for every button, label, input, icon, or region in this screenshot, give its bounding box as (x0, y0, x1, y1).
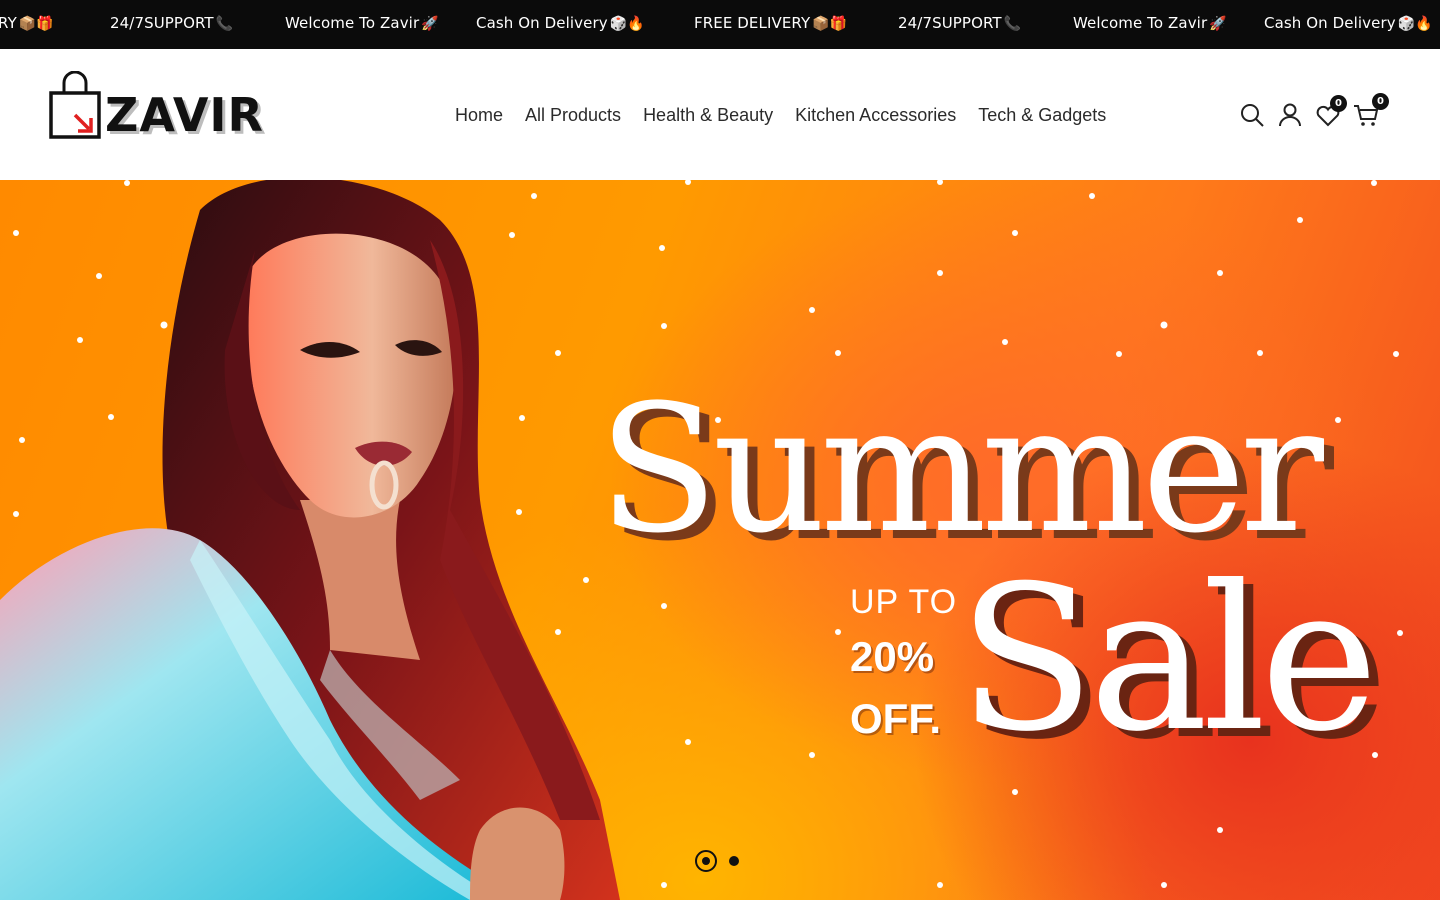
wishlist-count-badge: 0 (1330, 95, 1347, 112)
announcement-item: Welcome To Zavir 🚀 (1073, 14, 1227, 32)
announcement-item: FREE DELIVERY 📦🎁 (694, 14, 848, 32)
slide-dot-1[interactable] (695, 850, 717, 872)
hero-title-summer: Summer (598, 367, 1324, 572)
cart-count-badge: 0 (1372, 93, 1389, 110)
announcement-item: RY 📦🎁 (0, 14, 54, 32)
announcement-bar: RY 📦🎁 24/7SUPPORT 📞 Welcome To Zavir 🚀 Cash… (0, 0, 1440, 49)
announcement-item: 24/7SUPPORT 📞 (898, 14, 1022, 32)
hero-title-sale: Sale (958, 543, 1379, 776)
site-logo[interactable]: ZAVIR (49, 71, 281, 143)
hero-promo-upto: UP TO (850, 583, 958, 621)
hero-banner[interactable]: Summer UP TO 20% OFF. Sale (0, 180, 1440, 900)
announcement-item: Cash On Delivery 🎲🔥 (476, 14, 645, 32)
user-icon[interactable] (1276, 101, 1304, 129)
hero-promo-off: OFF. (850, 695, 941, 742)
header-icons: 0 0 (1236, 93, 1396, 133)
announcement-marquee: RY 📦🎁 24/7SUPPORT 📞 Welcome To Zavir 🚀 Cash… (0, 0, 1440, 49)
site-header: ZAVIR Home All Products Health & Beauty … (0, 49, 1440, 180)
slide-dot-2[interactable] (729, 856, 739, 866)
search-icon[interactable] (1238, 101, 1266, 129)
model-photo (0, 180, 620, 900)
hero-promo-percent: 20% (850, 633, 935, 680)
announcement-item: 24/7SUPPORT 📞 (110, 14, 234, 32)
nav-home[interactable]: Home (455, 101, 503, 129)
nav-health-beauty[interactable]: Health & Beauty (643, 101, 773, 129)
slider-pagination (695, 850, 755, 872)
shopping-bag-logo-icon (49, 71, 101, 139)
main-nav: Home All Products Health & Beauty Kitche… (455, 101, 1106, 129)
announcement-item: Welcome To Zavir 🚀 (285, 14, 439, 32)
nav-tech-gadgets[interactable]: Tech & Gadgets (978, 101, 1106, 129)
nav-kitchen-accessories[interactable]: Kitchen Accessories (795, 101, 956, 129)
announcement-item: Cash On Delivery 🎲🔥 (1264, 14, 1433, 32)
logo-wordmark: ZAVIR (105, 88, 264, 142)
nav-all-products[interactable]: All Products (525, 101, 621, 129)
